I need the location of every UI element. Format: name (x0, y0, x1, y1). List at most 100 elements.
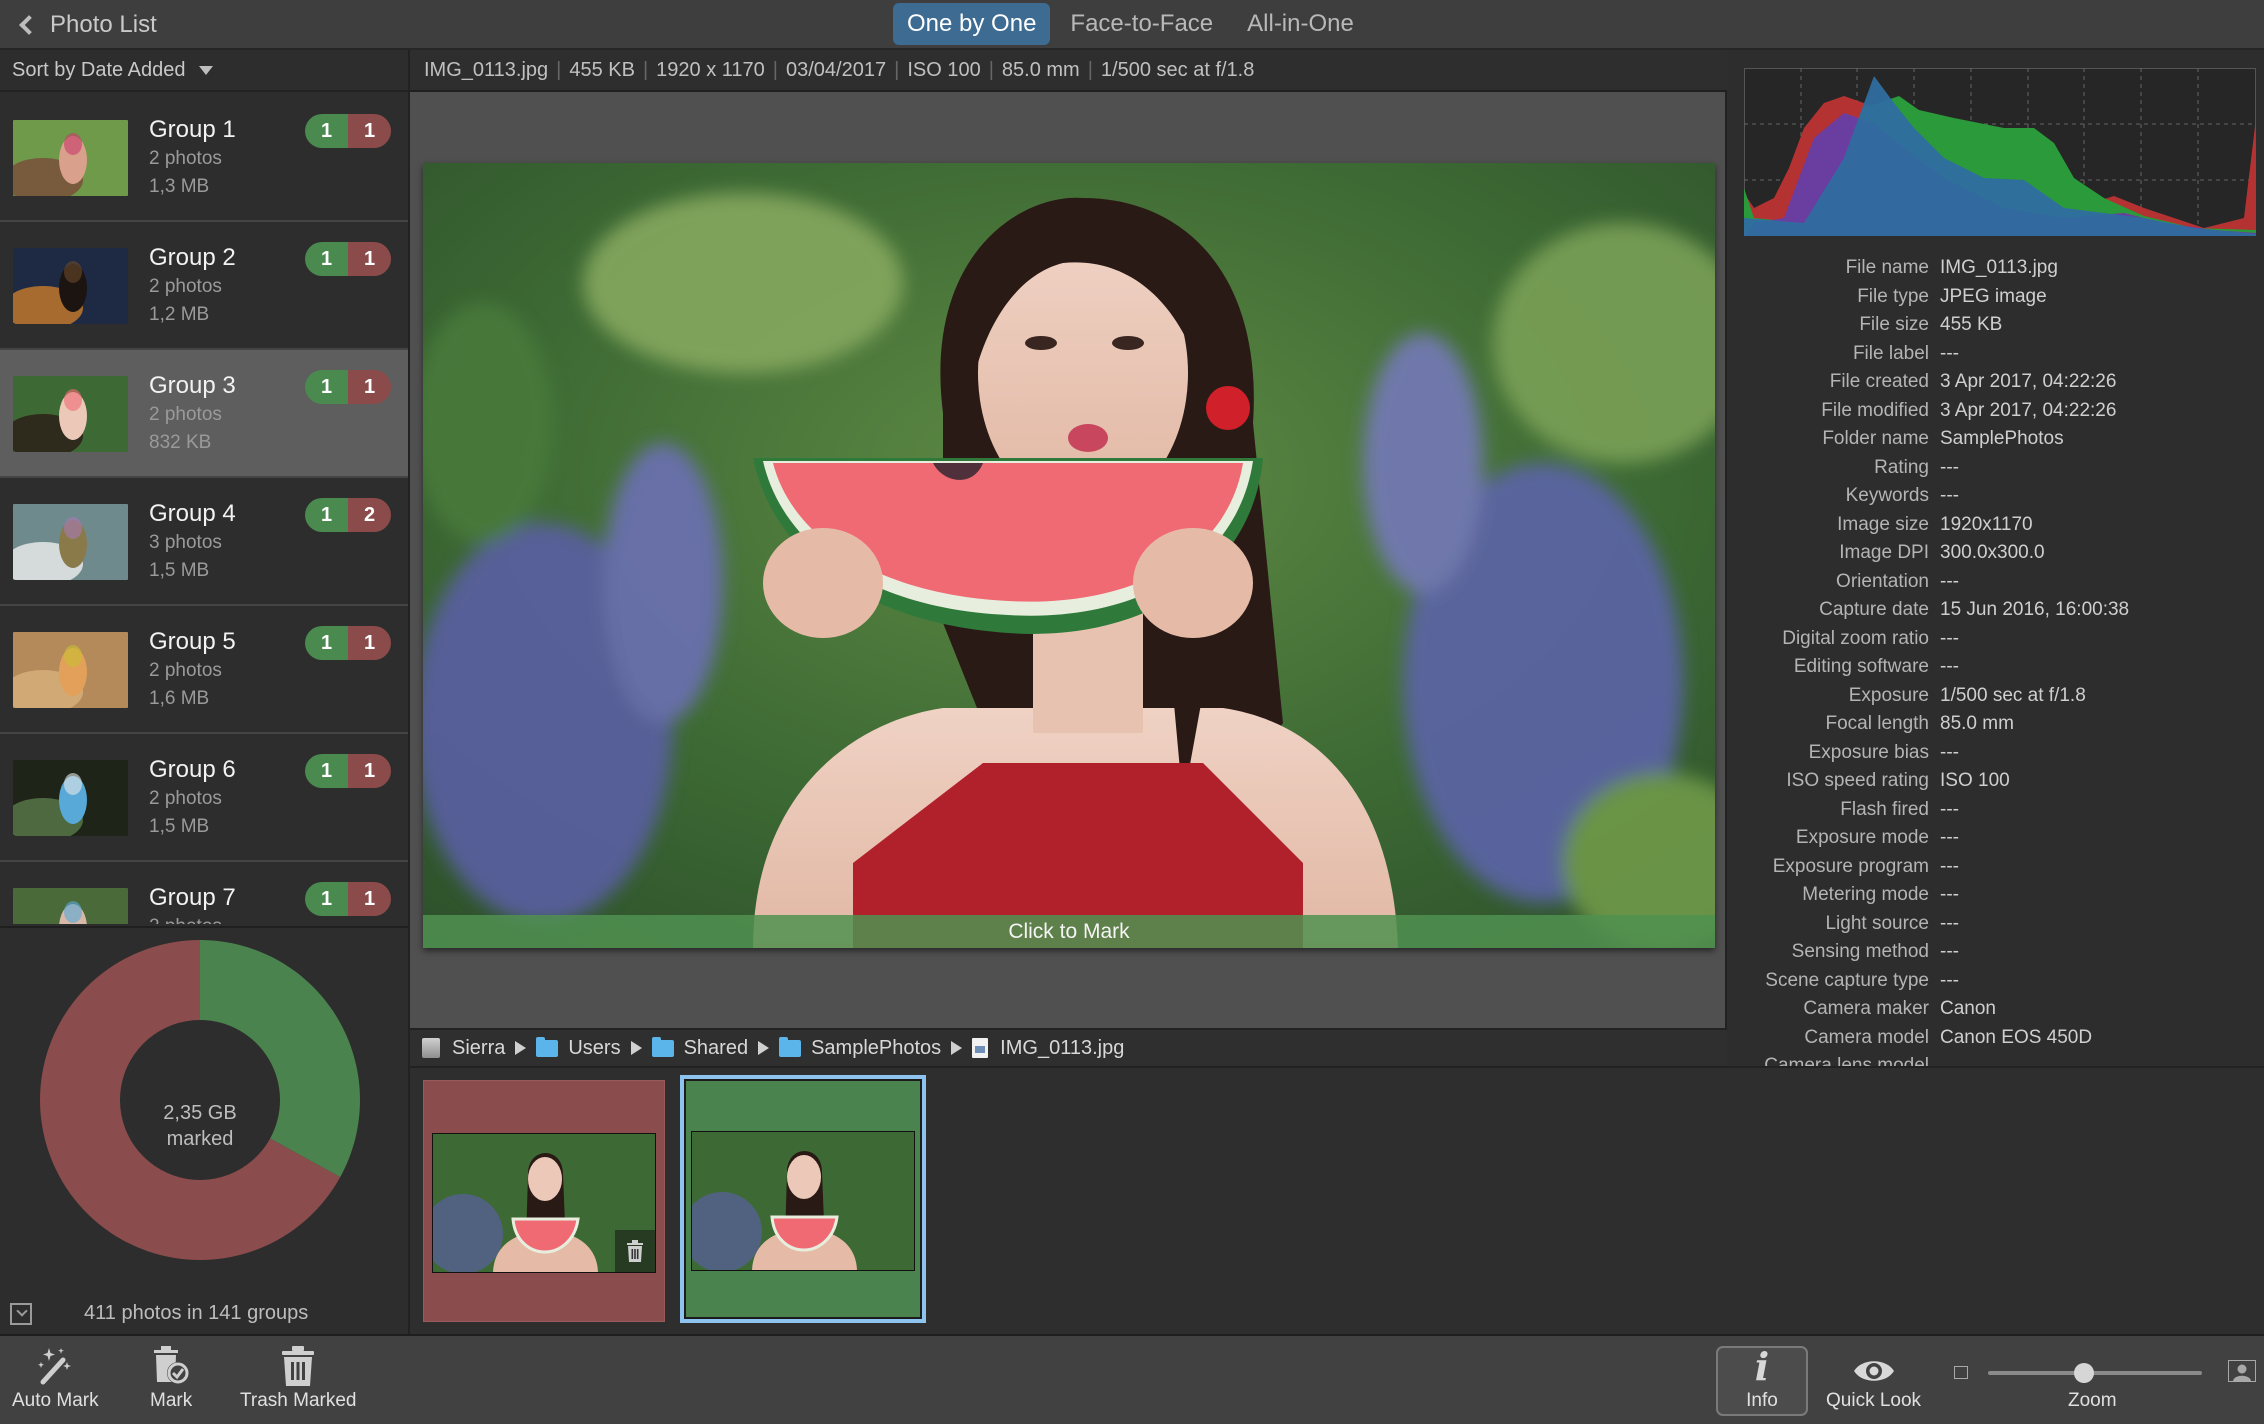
mark-button[interactable]: Mark (150, 1342, 192, 1420)
info-row: Rating --- (1727, 454, 2264, 483)
info-row: Camera lens model (1727, 1052, 2264, 1066)
keep-count: 1 (305, 882, 348, 916)
group-list-item[interactable]: Group 6 2 photos 1,5 MB 1 1 (0, 734, 408, 862)
group-thumbnail (13, 632, 128, 708)
info-row: Flash fired --- (1727, 796, 2264, 825)
meta-item: 1/500 sec at f/1.8 (1100, 58, 1255, 81)
info-panel: File name IMG_0113.jpg File type JPEG image… (1727, 50, 2264, 1066)
info-key: File size (1859, 314, 1929, 335)
group-sidebar: Sort by Date Added Group 1 2 photos 1,3 … (0, 50, 410, 1334)
trash-count: 1 (348, 242, 391, 276)
path-segment-label: IMG_0113.jpg (1000, 1036, 1125, 1059)
info-value: --- (1940, 798, 1959, 820)
trash-indicator[interactable] (615, 1230, 655, 1272)
path-segment[interactable]: SamplePhotos (779, 1036, 942, 1060)
trash-icon (627, 1240, 643, 1262)
info-value: 3 Apr 2017, 04:22:26 (1940, 371, 2117, 392)
back-to-photo-list-button[interactable]: Photo List (16, 8, 157, 42)
quick-look-button[interactable]: Quick Look (1826, 1342, 1921, 1420)
collapse-chart-toggle[interactable] (10, 1303, 32, 1325)
thumbnail-image (692, 1132, 914, 1270)
folder-icon (536, 1036, 559, 1057)
meta-item: IMG_0113.jpg (424, 58, 549, 81)
info-row: Exposure 1/500 sec at f/1.8 (1727, 682, 2264, 711)
candidate-thumbnail (432, 1133, 656, 1273)
tab-all-in-one[interactable]: All-in-One (1233, 3, 1368, 45)
info-key: File type (1857, 285, 1929, 307)
tab-face-to-face[interactable]: Face-to-Face (1056, 3, 1227, 45)
info-row: File name IMG_0113.jpg (1727, 254, 2264, 283)
group-thumbnail (13, 248, 128, 324)
path-segment[interactable]: Users (536, 1036, 621, 1060)
zoom-slider-handle[interactable] (2074, 1363, 2095, 1383)
info-toggle-button[interactable]: i Info (1716, 1346, 1808, 1416)
group-size: 1,5 MB (149, 560, 210, 581)
tab-one-by-one[interactable]: One by One (893, 3, 1051, 45)
info-value: --- (1940, 741, 1959, 763)
group-name: Group 4 (149, 500, 236, 527)
auto-mark-button[interactable]: Auto Mark (12, 1342, 99, 1420)
auto-mark-label: Auto Mark (12, 1390, 99, 1411)
trash-count: 1 (348, 754, 391, 788)
group-size: 1,6 MB (149, 688, 210, 709)
magic-wand-icon (38, 1348, 72, 1385)
info-row: Light source --- (1727, 910, 2264, 939)
zoom-slider[interactable] (1988, 1363, 2202, 1383)
chevron-left-icon (19, 15, 39, 35)
trash-check-icon (154, 1346, 190, 1384)
group-size: 1,2 MB (149, 304, 210, 325)
info-key: Rating (1874, 456, 1929, 478)
keep-count: 1 (305, 114, 348, 148)
info-value: 1/500 sec at f/1.8 (1940, 684, 2086, 706)
main-photo[interactable]: Click to Mark (423, 163, 1715, 948)
path-segment[interactable]: Shared (651, 1036, 748, 1060)
info-value: --- (1940, 941, 1959, 962)
meta-item: 03/04/2017 (786, 58, 887, 81)
click-to-mark-bar[interactable]: Click to Mark (423, 915, 1715, 948)
group-list-item[interactable]: Group 5 2 photos 1,6 MB 1 1 (0, 606, 408, 734)
disk-icon (422, 1038, 440, 1058)
group-thumbnail (13, 376, 128, 452)
info-key: Flash fired (1840, 798, 1929, 820)
trash-count: 1 (348, 370, 391, 404)
info-value: --- (1940, 456, 1959, 478)
group-list-item[interactable]: Group 2 2 photos 1,2 MB 1 1 (0, 222, 408, 350)
info-row: Orientation --- (1727, 568, 2264, 597)
path-segment[interactable]: Sierra (422, 1037, 505, 1060)
separator: | (556, 58, 562, 81)
trash-count: 2 (348, 498, 391, 532)
sort-dropdown[interactable]: Sort by Date Added (0, 50, 408, 92)
info-row: Exposure bias --- (1727, 739, 2264, 768)
zoom-in-icon[interactable] (2228, 1360, 2256, 1382)
trash-marked-button[interactable]: Trash Marked (240, 1342, 357, 1420)
candidate-photo-marked[interactable] (423, 1080, 665, 1322)
group-list-item[interactable]: Group 7 2 photos 1 1 (0, 862, 408, 924)
trash-count: 1 (348, 114, 391, 148)
candidate-photo-kept[interactable] (680, 1075, 926, 1323)
group-list-item[interactable]: Group 3 2 photos 832 KB 1 1 (0, 350, 408, 478)
info-value: 3 Apr 2017, 04:22:26 (1940, 399, 2117, 421)
info-key: Sensing method (1791, 941, 1929, 962)
group-photo-count: 2 photos (149, 148, 222, 169)
zoom-out-icon[interactable] (1954, 1366, 1968, 1379)
path-segment-label: SamplePhotos (811, 1036, 942, 1059)
group-list[interactable]: Group 1 2 photos 1,3 MB 1 1 Group 2 2 ph… (0, 94, 408, 924)
bottom-toolbar: Auto Mark Mark Trash Marked i Info Quick… (0, 1334, 2264, 1424)
info-key: File created (1829, 371, 1929, 392)
group-list-item[interactable]: Group 4 3 photos 1,5 MB 1 2 (0, 478, 408, 606)
trash-icon (282, 1346, 315, 1386)
quick-look-label: Quick Look (1826, 1390, 1922, 1411)
info-row: ISO speed rating ISO 100 (1727, 767, 2264, 796)
info-value: JPEG image (1940, 285, 2047, 307)
meta-item: 455 KB (569, 58, 635, 81)
path-segment[interactable]: IMG_0113.jpg (972, 1037, 1124, 1060)
group-list-item[interactable]: Group 1 2 photos 1,3 MB 1 1 (0, 94, 408, 222)
info-key: Exposure (1848, 684, 1929, 706)
keep-count: 1 (305, 498, 348, 532)
separator: | (1087, 58, 1093, 81)
meta-item: ISO 100 (907, 58, 981, 81)
histogram (1744, 68, 2256, 236)
file-icon (972, 1038, 989, 1058)
view-mode-tabs: One by One Face-to-Face All-in-One (893, 3, 1368, 45)
folder-icon (651, 1036, 674, 1057)
